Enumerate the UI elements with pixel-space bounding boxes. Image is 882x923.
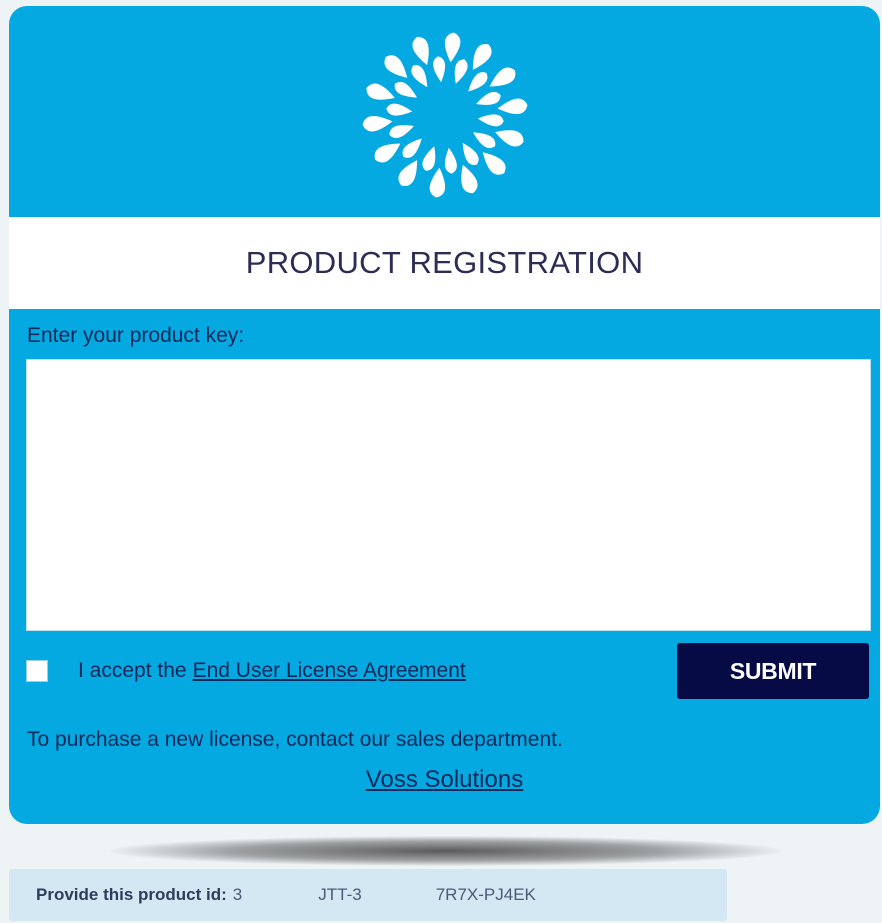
submit-button[interactable]: SUBMIT bbox=[677, 643, 869, 699]
company-link[interactable]: Voss Solutions bbox=[9, 766, 880, 794]
logo-petal-outer bbox=[429, 167, 446, 198]
logo-petal-outer bbox=[444, 32, 461, 63]
purchase-info-text: To purchase a new license, contact our s… bbox=[27, 728, 563, 751]
logo-petal-outer bbox=[495, 130, 524, 147]
logo-petal-outer bbox=[366, 83, 395, 100]
logo-petal-outer bbox=[398, 160, 418, 186]
logo-petal-inner bbox=[454, 59, 468, 84]
logo-petal-inner bbox=[444, 147, 457, 174]
product-key-label: Enter your product key: bbox=[27, 324, 245, 347]
eula-link[interactable]: End User License Agreement bbox=[193, 659, 466, 683]
title-bar: PRODUCT REGISTRATION bbox=[9, 217, 880, 309]
accept-eula-checkbox[interactable] bbox=[26, 660, 48, 682]
logo-area bbox=[9, 6, 880, 217]
registration-card: PRODUCT REGISTRATION Enter your product … bbox=[9, 6, 880, 824]
logo-petal-outer bbox=[472, 44, 492, 70]
accept-label: I accept the bbox=[78, 659, 187, 682]
page-title: PRODUCT REGISTRATION bbox=[245, 245, 644, 280]
logo-petal-outer bbox=[412, 36, 429, 66]
logo-petal-outer bbox=[362, 115, 393, 132]
logo-petal-outer bbox=[482, 152, 506, 175]
product-id-label: Provide this product id: bbox=[36, 885, 227, 904]
logo-petal-outer bbox=[374, 143, 401, 163]
accept-row: I accept the End User License Agreement bbox=[26, 656, 466, 686]
logo-petal-inner bbox=[477, 114, 504, 127]
logo-petal-inner bbox=[402, 138, 422, 158]
product-id-part-1: 3 bbox=[232, 885, 243, 904]
card-shadow bbox=[110, 836, 782, 866]
flower-petal-logo-icon bbox=[362, 32, 528, 198]
logo-petal-inner bbox=[462, 142, 479, 165]
logo-petal-inner bbox=[422, 146, 436, 171]
logo-petal-inner bbox=[476, 91, 501, 105]
logo-petal-inner bbox=[394, 81, 417, 98]
logo-petal-inner bbox=[473, 132, 496, 149]
logo-petal-outer bbox=[489, 67, 516, 87]
logo-petal-outer bbox=[461, 164, 478, 194]
logo-petal-outer bbox=[497, 98, 528, 115]
logo-petal-inner bbox=[389, 125, 414, 139]
product-id-bar: Provide this product id: 3 JTT-3 7R7X-PJ… bbox=[9, 869, 727, 921]
logo-petal-inner bbox=[433, 56, 446, 83]
logo-petal-inner bbox=[411, 65, 428, 88]
product-id-part-3: 7R7X-PJ4EK bbox=[435, 885, 536, 904]
logo-petal-inner bbox=[386, 103, 413, 116]
product-key-input[interactable] bbox=[26, 359, 871, 631]
logo-petal-outer bbox=[384, 55, 408, 78]
logo-petal-inner bbox=[468, 72, 488, 92]
product-id-part-2: JTT-3 bbox=[318, 885, 362, 904]
